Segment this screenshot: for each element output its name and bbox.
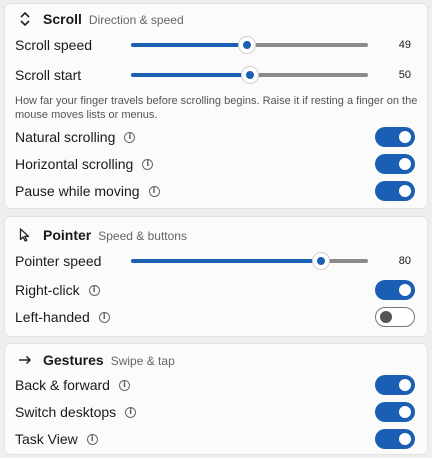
toggle-row-task-view: Task View i (15, 428, 417, 450)
slider-thumb[interactable] (312, 253, 329, 269)
toggle-label: Natural scrolling (15, 129, 116, 145)
toggle-knob (399, 284, 411, 296)
right-arrow-icon (17, 352, 33, 368)
slider-fill (131, 259, 321, 263)
scroll-subtitle: Direction & speed (88, 13, 184, 27)
pause-while-moving-toggle[interactable] (375, 181, 415, 201)
scroll-header: Scroll Direction & speed (17, 11, 184, 27)
toggle-row-switch-desktops: Switch desktops i (15, 401, 417, 423)
toggle-row-pause-while-moving: Pause while moving i (15, 180, 417, 202)
info-icon[interactable]: i (98, 311, 110, 323)
toggle-row-horizontal-scrolling: Horizontal scrolling i (15, 153, 417, 175)
slider-fill (131, 43, 248, 47)
slider-thumb[interactable] (241, 67, 258, 83)
toggle-row-back-forward: Back & forward i (15, 374, 417, 396)
scroll-section: Scroll Direction & speed Scroll speed 49… (4, 3, 428, 209)
pointer-speed-slider[interactable] (131, 251, 368, 271)
gestures-title: Gestures (43, 352, 104, 368)
scroll-title: Scroll (43, 11, 82, 27)
gestures-section: Gestures Swipe & tap Back & forward i Sw… (4, 343, 428, 455)
toggle-row-natural-scrolling: Natural scrolling i (15, 126, 417, 148)
scroll-speed-slider[interactable] (131, 35, 368, 55)
toggle-label: Pause while moving (15, 183, 140, 199)
info-icon[interactable]: i (88, 284, 100, 296)
info-icon[interactable]: i (124, 131, 136, 143)
pointer-subtitle: Speed & buttons (98, 229, 187, 243)
toggle-row-left-handed: Left-handed i (15, 306, 417, 328)
toggle-label: Back & forward (15, 377, 110, 393)
scroll-speed-value: 49 (398, 39, 411, 51)
toggle-knob (399, 379, 411, 391)
pointer-speed-label: Pointer speed (15, 253, 102, 269)
info-icon[interactable]: i (86, 433, 98, 445)
toggle-label: Left-handed (15, 309, 90, 325)
switch-desktops-toggle[interactable] (375, 402, 415, 422)
info-icon[interactable]: i (125, 406, 137, 418)
toggle-label: Right-click (15, 282, 80, 298)
gestures-header: Gestures Swipe & tap (17, 352, 175, 368)
info-icon[interactable]: i (142, 158, 154, 170)
info-icon[interactable]: i (118, 379, 130, 391)
pointer-header: Pointer Speed & buttons (17, 227, 187, 243)
toggle-knob (399, 131, 411, 143)
left-handed-toggle[interactable] (375, 307, 415, 327)
toggle-knob (399, 158, 411, 170)
scroll-start-hint: How far your finger travels before scrol… (15, 95, 418, 121)
task-view-toggle[interactable] (375, 429, 415, 449)
back-forward-toggle[interactable] (375, 375, 415, 395)
pointer-speed-row: Pointer speed 80 (15, 250, 417, 272)
pointer-title: Pointer (43, 227, 92, 243)
scroll-start-value: 50 (398, 69, 411, 81)
toggle-knob (399, 406, 411, 418)
scroll-start-row: Scroll start 50 (15, 64, 417, 86)
slider-thumb[interactable] (239, 37, 256, 53)
info-icon[interactable]: i (148, 185, 160, 197)
scroll-speed-row: Scroll speed 49 (15, 34, 417, 56)
gestures-subtitle: Swipe & tap (110, 354, 175, 368)
toggle-label: Task View (15, 431, 78, 447)
up-down-arrows-icon (17, 11, 33, 27)
right-click-toggle[interactable] (375, 280, 415, 300)
scroll-start-label: Scroll start (15, 67, 82, 83)
horizontal-scrolling-toggle[interactable] (375, 154, 415, 174)
slider-fill (131, 73, 250, 77)
scroll-start-slider[interactable] (131, 65, 368, 85)
pointer-section: Pointer Speed & buttons Pointer speed 80… (4, 216, 428, 337)
toggle-knob (380, 311, 392, 323)
toggle-label: Switch desktops (15, 404, 117, 420)
scroll-speed-label: Scroll speed (15, 37, 93, 53)
natural-scrolling-toggle[interactable] (375, 127, 415, 147)
toggle-knob (399, 433, 411, 445)
cursor-arrow-icon (17, 227, 33, 243)
pointer-speed-value: 80 (398, 255, 411, 267)
toggle-row-right-click: Right-click i (15, 279, 417, 301)
toggle-knob (399, 185, 411, 197)
toggle-label: Horizontal scrolling (15, 156, 134, 172)
